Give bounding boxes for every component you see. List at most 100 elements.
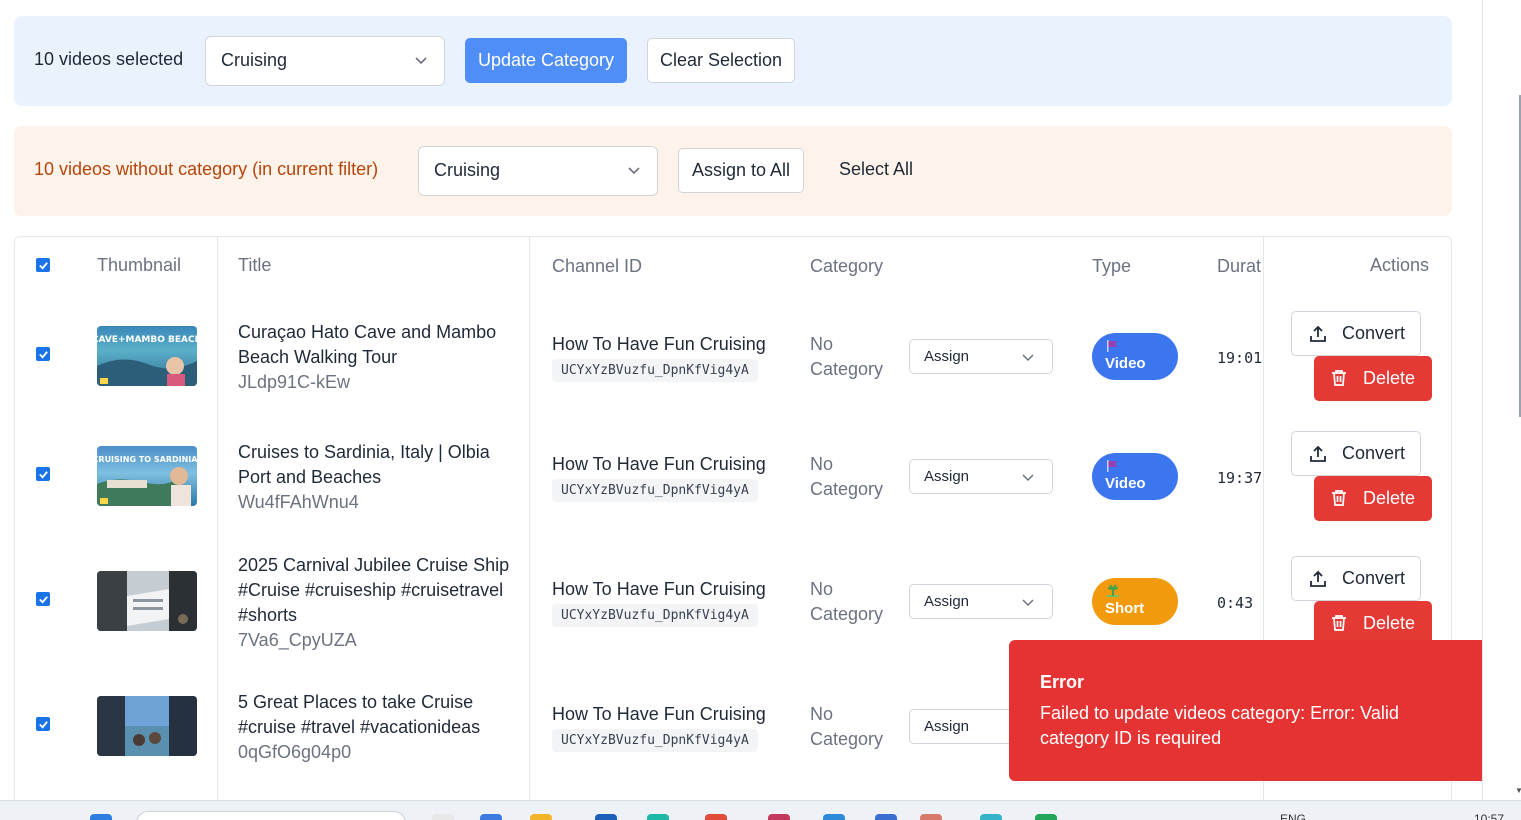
assign-category-select[interactable]: Assign [909,459,1053,494]
taskbar-search[interactable] [136,811,406,820]
taskbar-app-icon[interactable] [920,814,942,820]
header-duration[interactable]: Durat [1217,256,1263,277]
taskbar-app-icon[interactable] [647,814,669,820]
chevron-down-icon [415,57,427,65]
select-all-checkbox[interactable] [36,258,50,272]
assign-to-all-button[interactable]: Assign to All [678,148,804,193]
video-title[interactable]: Curaçao Hato Cave and Mambo Beach Walkin… [238,320,518,370]
taskbar-app-icon[interactable] [980,814,1002,820]
category-label: No Category [810,454,884,499]
bulk-category-select[interactable]: Cruising [205,36,445,86]
duration: 0:43 [1217,594,1254,612]
start-icon[interactable] [90,814,112,820]
page-scrollbar[interactable]: ▼ [1482,0,1521,800]
header-channel-id[interactable]: Channel ID [552,256,642,277]
taskbar-app-icon[interactable] [768,814,790,820]
header-category[interactable]: Category [810,256,883,277]
flag-icon [1105,339,1165,355]
video-id: 7Va6_CpyUZA [238,630,357,650]
clear-selection-button[interactable]: Clear Selection [647,38,795,83]
video-thumbnail[interactable] [97,571,197,631]
convert-button[interactable]: Convert [1291,431,1421,476]
type-label: Video [1105,355,1146,372]
taskbar-app-icon[interactable] [432,814,454,820]
taskbar-app-icon[interactable] [875,814,897,820]
chevron-down-icon [1022,474,1034,482]
video-manager-page: 10 videos selected Cruising Update Categ… [0,0,1482,800]
header-thumbnail: Thumbnail [97,255,182,275]
palm-icon [1105,584,1165,600]
category-label: No Category [810,334,884,379]
channel-id: UCYxYzBVuzfu_DpnKfVig4yA [552,479,758,502]
header-title: Title [238,255,272,275]
video-title-cell: 2025 Carnival Jubilee Cruise Ship #Cruis… [238,553,518,653]
update-category-button[interactable]: Update Category [465,38,627,83]
video-id: Wu4fFAhWnu4 [238,492,359,512]
type-label: Video [1105,475,1146,492]
clock[interactable]: 10:57 [1474,812,1504,820]
channel-name: How To Have Fun Cruising [552,579,766,599]
delete-label: Delete [1363,368,1416,388]
video-title-cell: Curaçao Hato Cave and Mambo Beach Walkin… [238,320,518,395]
video-title[interactable]: 5 Great Places to take Cruise #cruise #t… [238,690,518,740]
uncategorized-count-text: 10 videos without category (in current f… [34,159,379,179]
thumbnail-caption: CAVE+MAMBO BEACH [97,335,197,345]
language-indicator[interactable]: ENG [1280,812,1306,820]
check-icon [38,470,48,479]
table-row: CRUISING TO SARDINIA Cruises to Sardinia… [15,412,1453,537]
bulk-category-value: Cruising [221,50,288,70]
select-all-button[interactable]: Select All [839,159,913,180]
table-row: CAVE+MAMBO BEACH Curaçao Hato Cave and M… [15,292,1453,417]
video-id: JLdp91C-kEw [238,372,351,392]
header-type[interactable]: Type [1092,256,1131,277]
assign-category-select[interactable]: Assign [909,584,1053,619]
video-title-cell: Cruises to Sardinia, Italy | Olbia Port … [238,440,518,515]
error-toast[interactable]: Error Failed to update videos category: … [1009,640,1482,781]
taskbar-app-icon[interactable] [705,814,727,820]
row-checkbox[interactable] [36,347,50,361]
taskbar-app-icon[interactable] [480,814,502,820]
check-icon [38,720,48,729]
type-label: Short [1105,600,1145,617]
category-label: No Category [810,704,884,749]
video-thumbnail[interactable] [97,696,197,756]
video-title[interactable]: 2025 Carnival Jubilee Cruise Ship #Cruis… [238,553,518,628]
delete-button[interactable]: Delete [1314,476,1432,521]
assign-label: Assign [924,468,970,485]
trash-icon [1332,615,1346,631]
delete-label: Delete [1363,613,1416,633]
delete-button[interactable]: Delete [1314,356,1432,401]
video-thumbnail[interactable]: CAVE+MAMBO BEACH [97,326,197,386]
convert-button[interactable]: Convert [1291,311,1421,356]
taskbar-app-icon[interactable] [530,814,552,820]
row-checkbox[interactable] [36,592,50,606]
type-badge: Video [1092,333,1178,380]
toast-title: Error [1040,672,1085,692]
assign-category-select[interactable]: Assign [909,339,1053,374]
uncategorized-category-select[interactable]: Cruising [418,146,658,196]
upload-icon [1310,445,1326,462]
category-label: No Category [810,579,884,624]
video-title[interactable]: Cruises to Sardinia, Italy | Olbia Port … [238,440,518,490]
uncategorized-bar: 10 videos without category (in current f… [14,126,1452,216]
type-badge: Short [1092,578,1178,625]
channel-name: How To Have Fun Cruising [552,704,766,724]
channel-id: UCYxYzBVuzfu_DpnKfVig4yA [552,604,758,627]
chevron-down-icon [628,167,640,175]
video-thumbnail[interactable]: CRUISING TO SARDINIA [97,446,197,506]
row-checkbox[interactable] [36,467,50,481]
toast-message: Failed to update videos category: Error:… [1040,703,1399,748]
header-actions: Actions [1370,255,1430,275]
taskbar-app-icon[interactable] [595,814,617,820]
taskbar-app-icon[interactable] [823,814,845,820]
duration: 19:37 [1217,469,1263,487]
taskbar-app-icon[interactable] [1035,814,1057,820]
convert-button[interactable]: Convert [1291,556,1421,601]
check-icon [38,350,48,359]
duration: 19:01 [1217,349,1263,367]
video-title-cell: 5 Great Places to take Cruise #cruise #t… [238,690,518,765]
type-badge: Video [1092,453,1178,500]
video-id: 0qGfO6g04p0 [238,742,352,762]
scroll-down-arrow-icon[interactable]: ▼ [1515,786,1521,795]
row-checkbox[interactable] [36,717,50,731]
